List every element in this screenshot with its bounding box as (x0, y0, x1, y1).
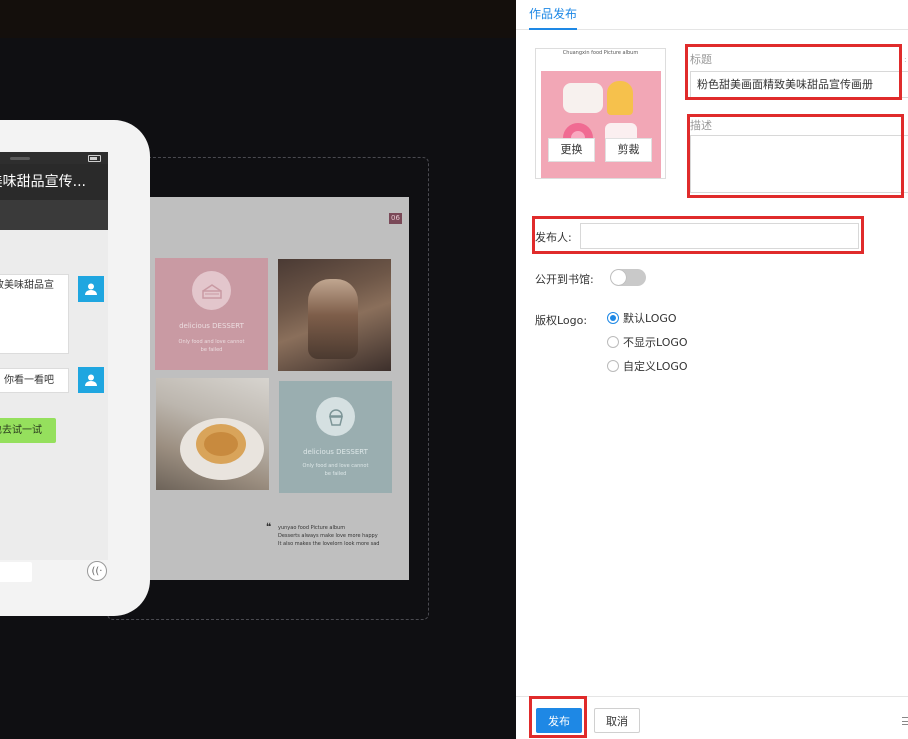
logo-option-default[interactable]: 默认LOGO (607, 311, 677, 325)
cover-caption: Chuangxin food Picture album (562, 50, 639, 56)
cover-thumbnail: Chuangxin food Picture album 更换 剪裁 (535, 48, 666, 179)
logo-option-none[interactable]: 不显示LOGO (607, 335, 688, 349)
donut (196, 424, 246, 464)
voice-icon[interactable]: ((· (87, 561, 107, 581)
quote-icon: ❝ (266, 522, 272, 533)
menu-icon[interactable] (902, 717, 908, 725)
cake-icon (192, 271, 231, 310)
phone-subheader (0, 200, 108, 230)
logo-option-label: 默认LOGO (623, 312, 677, 325)
chat-bubble-text: 你看一看吧 (4, 375, 54, 386)
tab-bar: 作品发布 (516, 0, 908, 30)
tab-publish[interactable]: 作品发布 (529, 0, 578, 30)
edge-marker: : (904, 55, 907, 64)
battery-icon (88, 155, 101, 162)
library-toggle[interactable] (610, 269, 646, 286)
tile-subtitle: Only food and love cannot be failed (178, 339, 245, 353)
phone-speaker (10, 157, 30, 160)
chat-bubble: 你看一看吧 (0, 368, 69, 393)
cancel-button[interactable]: 取消 (594, 708, 640, 733)
cake-slice (563, 83, 603, 113)
editor-stage: 06 delicious DESSERT Only food and love … (0, 0, 516, 739)
dessert-tile-blue: delicious DESSERT Only food and love can… (279, 381, 392, 493)
highlight-title (685, 44, 902, 100)
tile-title: delicious DESSERT (303, 448, 368, 456)
cupcake-icon (316, 397, 355, 436)
user-icon (78, 367, 104, 393)
album-quote: yunyao food Picture album Desserts alway… (278, 525, 380, 547)
chat-area: 画面精致美味甜品宣 你看一看吧 也去试一试 (0, 230, 108, 560)
highlight-publisher (532, 216, 864, 254)
dessert-photo-drink (278, 259, 391, 371)
stage-top-bar (0, 0, 516, 38)
highlight-publish-button (529, 696, 587, 738)
logo-option-label: 自定义LOGO (623, 360, 688, 373)
tile-title: delicious DESSERT (179, 322, 244, 330)
publish-panel: 作品发布 Chuangxin food Picture album 更换 剪裁 … (516, 0, 908, 739)
phone-header-title: 精致美味甜品宣传... (0, 174, 86, 190)
replace-cover-button[interactable]: 更换 (548, 138, 595, 162)
highlight-description (687, 114, 904, 198)
tile-subtitle: Only food and love cannot be failed (302, 463, 369, 477)
cupcake (607, 81, 633, 115)
chat-input[interactable] (0, 562, 32, 582)
page-number: 06 (389, 213, 402, 224)
logo-option-label: 不显示LOGO (623, 336, 688, 349)
phone-header: 精致美味甜品宣传... (0, 164, 108, 200)
radio-icon (607, 360, 619, 372)
radio-icon (607, 312, 619, 324)
logo-option-custom[interactable]: 自定义LOGO (607, 359, 688, 373)
chat-action-button[interactable]: 也去试一试 (0, 418, 56, 443)
phone-preview: 精致美味甜品宣传... 画面精致美味甜品宣 你看一看吧 也去试一试 ((· (0, 120, 150, 616)
library-label: 公开到书馆: (535, 273, 594, 286)
toggle-knob (611, 270, 626, 285)
drink-glass (308, 279, 358, 359)
dessert-photo-donut (156, 378, 269, 490)
chat-bubble-text: 画面精致美味甜品宣 (0, 280, 54, 291)
album-page[interactable]: 06 delicious DESSERT Only food and love … (130, 197, 409, 580)
chat-action-label: 也去试一试 (0, 425, 42, 436)
cover-header: Chuangxin food Picture album (536, 49, 665, 71)
radio-icon (607, 336, 619, 348)
dessert-tile-pink: delicious DESSERT Only food and love can… (155, 258, 268, 370)
chat-bubble: 画面精致美味甜品宣 (0, 274, 69, 354)
crop-cover-button[interactable]: 剪裁 (605, 138, 652, 162)
logo-label: 版权Logo: (535, 314, 588, 327)
user-icon (78, 276, 104, 302)
